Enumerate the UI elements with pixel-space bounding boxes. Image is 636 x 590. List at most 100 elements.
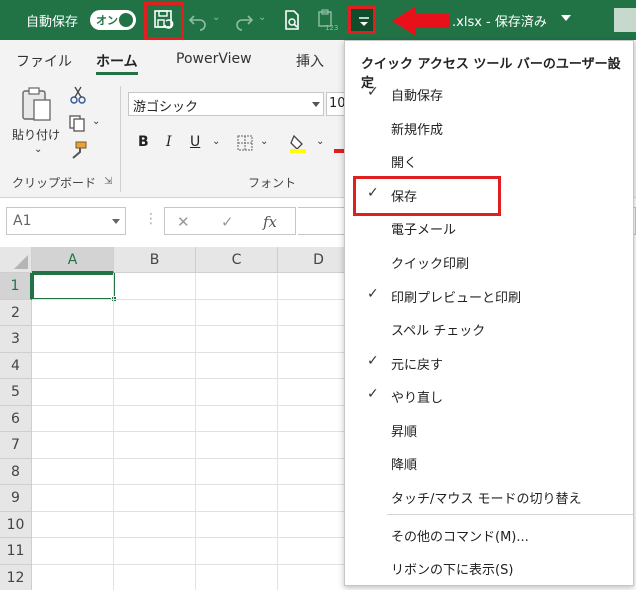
column-header-a[interactable]: A: [32, 247, 114, 273]
row-header[interactable]: 7: [0, 432, 32, 459]
underline-button[interactable]: U: [190, 134, 200, 150]
checkmark-icon: ✓: [367, 353, 379, 369]
format-painter-icon[interactable]: [68, 140, 88, 160]
paste-icon[interactable]: [20, 86, 54, 122]
menu-item-label: 開く: [391, 156, 418, 171]
enter-icon[interactable]: ✓: [221, 213, 234, 231]
row-header[interactable]: 5: [0, 379, 32, 406]
font-name-value: 游ゴシック: [133, 100, 199, 115]
grid-row-line: [32, 537, 360, 538]
menu-item[interactable]: 開く: [345, 144, 633, 176]
formula-bar-grip-icon[interactable]: ⋮: [144, 211, 158, 227]
copy-dropdown-caret[interactable]: ⌄: [92, 116, 100, 127]
qat-undo-button[interactable]: [186, 8, 210, 32]
active-cell-a1[interactable]: [32, 273, 115, 300]
qat-redo-button[interactable]: [232, 8, 256, 32]
copy-icon[interactable]: [68, 114, 86, 132]
red-arrow-left-icon: [392, 6, 450, 36]
menu-item[interactable]: 降順: [345, 446, 633, 478]
file-name: .xlsx - 保存済み: [452, 15, 547, 30]
menu-item-label: 自動保存: [391, 89, 444, 104]
font-color-icon[interactable]: [334, 132, 344, 154]
tab-file[interactable]: ファイル: [16, 51, 72, 71]
ribbon-separator: [120, 86, 121, 192]
row-header[interactable]: 4: [0, 352, 32, 379]
column-header-b[interactable]: B: [114, 247, 196, 273]
name-box[interactable]: A1: [6, 207, 126, 235]
formula-buttons: ✕ ✓ fx: [164, 207, 296, 235]
row-header[interactable]: 10: [0, 511, 32, 538]
tab-powerview[interactable]: PowerView: [176, 51, 252, 67]
customize-qat-icon: [359, 17, 369, 26]
save-sync-icon: [154, 10, 174, 29]
qat-sort-button[interactable]: 123: [314, 8, 338, 32]
font-name-caret-icon[interactable]: [312, 102, 320, 107]
font-name-box[interactable]: 游ゴシック: [128, 92, 324, 116]
tab-home[interactable]: ホーム: [96, 51, 138, 71]
menu-item[interactable]: タッチ/マウス モードの切り替え: [345, 480, 633, 512]
fill-color-icon[interactable]: [288, 132, 310, 154]
menu-item-label: 印刷プレビューと印刷: [391, 291, 522, 306]
italic-button[interactable]: I: [166, 134, 172, 150]
tab-insert[interactable]: 挿入: [296, 51, 324, 71]
menu-item-label: その他のコマンド(M)...: [391, 530, 529, 545]
row-header[interactable]: 3: [0, 326, 32, 353]
menu-item[interactable]: ✓ やり直し: [345, 379, 633, 411]
menu-item-label: 昇順: [391, 425, 418, 440]
cancel-icon[interactable]: ✕: [177, 213, 190, 231]
insert-function-button[interactable]: fx: [263, 213, 277, 231]
qat-save-button[interactable]: [152, 8, 176, 32]
menu-item[interactable]: スペル チェック: [345, 312, 633, 344]
menu-item[interactable]: 新規作成: [345, 111, 633, 143]
clipboard-group-label: クリップボード: [12, 176, 97, 190]
menu-item[interactable]: 昇順: [345, 413, 633, 445]
qat-print-preview-button[interactable]: [280, 8, 304, 32]
customize-qat-button[interactable]: [348, 6, 376, 34]
font-group-label: フォント: [248, 176, 297, 190]
checkmark-icon: ✓: [367, 286, 379, 302]
name-box-caret-icon[interactable]: [112, 219, 120, 224]
menu-item-label: クイック印刷: [391, 257, 470, 272]
row-header[interactable]: 11: [0, 538, 32, 565]
grid-row-line: [32, 484, 360, 485]
excel-window: 自動保存 オン ⌄ ⌄ 123 .xlsx - 保存済み ファイル ホーム Po…: [0, 0, 636, 590]
column-header-c[interactable]: C: [196, 247, 278, 273]
fill-color-dropdown-caret[interactable]: ⌄: [316, 136, 324, 147]
row-header[interactable]: 1: [0, 273, 32, 300]
menu-item[interactable]: クイック印刷: [345, 245, 633, 277]
filename-caret-icon[interactable]: [561, 15, 571, 21]
row-header[interactable]: 8: [0, 458, 32, 485]
paste-dropdown-caret[interactable]: ⌄: [34, 144, 42, 155]
select-all-button[interactable]: [0, 247, 32, 273]
row-header[interactable]: 9: [0, 485, 32, 512]
toggle-knob: [119, 13, 133, 27]
menu-item-label: リボンの下に表示(S): [391, 563, 514, 578]
grid-row-line: [32, 457, 360, 459]
border-icon[interactable]: [236, 134, 256, 152]
cut-icon[interactable]: [70, 86, 86, 104]
clipboard-launcher-icon[interactable]: ⇲: [104, 176, 112, 187]
menu-item[interactable]: ✓ 自動保存: [345, 77, 633, 109]
paste-label[interactable]: 貼り付け: [12, 126, 60, 143]
grid-row-line: [32, 563, 360, 565]
border-dropdown-caret[interactable]: ⌄: [260, 136, 268, 147]
underline-dropdown-caret[interactable]: ⌄: [212, 136, 220, 147]
row-header[interactable]: 12: [0, 564, 32, 590]
autosave-label: 自動保存: [26, 15, 79, 30]
account-avatar[interactable]: [614, 8, 636, 32]
redo-dropdown-caret[interactable]: ⌄: [258, 12, 266, 23]
bold-button[interactable]: B: [138, 134, 149, 150]
autosave-toggle[interactable]: オン: [90, 10, 136, 30]
menu-item[interactable]: その他のコマンド(M)...: [345, 518, 633, 550]
grid-row-line: [32, 325, 360, 326]
row-header[interactable]: 6: [0, 405, 32, 432]
checkmark-icon: ✓: [367, 84, 379, 100]
grid-row-line: [32, 298, 360, 300]
menu-item[interactable]: ✓ 元に戻す: [345, 346, 633, 378]
row-header[interactable]: 2: [0, 299, 32, 326]
menu-item[interactable]: ✓ 印刷プレビューと印刷: [345, 279, 633, 311]
redo-icon: [236, 15, 254, 31]
undo-dropdown-caret[interactable]: ⌄: [212, 12, 220, 23]
active-tab-underline: [96, 72, 138, 75]
menu-item[interactable]: リボンの下に表示(S): [345, 551, 633, 583]
